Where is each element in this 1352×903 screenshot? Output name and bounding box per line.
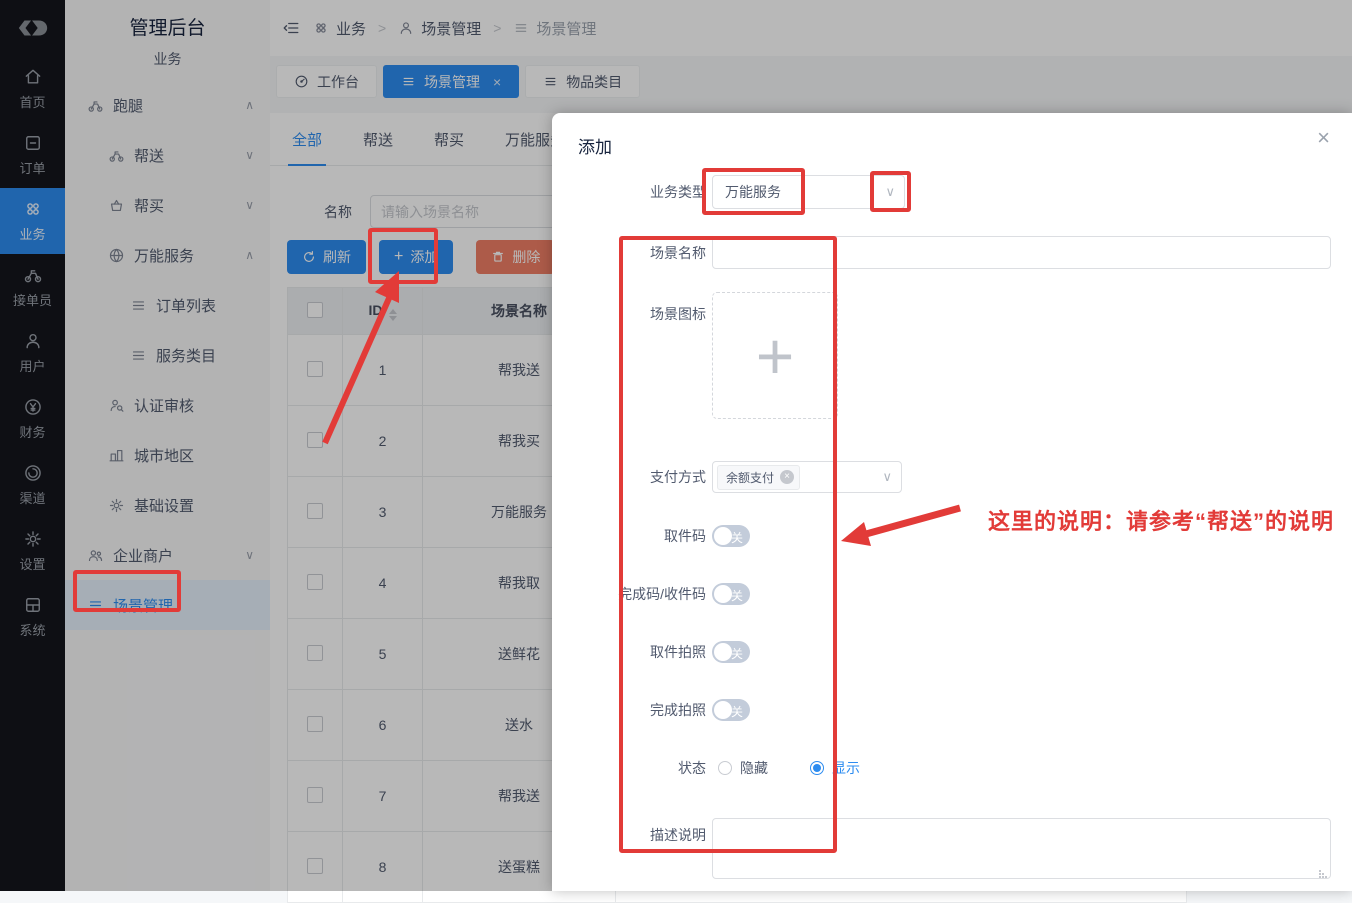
toggle-state: 关: [730, 647, 743, 661]
complete-code-toggle[interactable]: 关: [712, 583, 750, 605]
business-type-select[interactable]: 万能服务 ∨: [712, 175, 905, 209]
add-scene-modal: 添加 × 业务类型 万能服务 ∨ 场景名称 场景图标 + 支付方式 余额支付 ×…: [552, 113, 1352, 891]
chevron-down-icon[interactable]: ∨: [882, 469, 892, 485]
field-label: 业务类型: [650, 184, 706, 200]
field-description: 描述说明: [552, 818, 1331, 884]
field-pickup-code: 取件码 关: [552, 525, 750, 547]
complete-photo-toggle[interactable]: 关: [712, 699, 750, 721]
field-label: 完成拍照: [650, 702, 706, 718]
radio-hidden-label[interactable]: 隐藏: [740, 758, 768, 778]
field-status: 状态 隐藏 显示: [552, 757, 860, 779]
toggle-state: 关: [730, 531, 743, 545]
field-label: 完成码/收件码: [618, 586, 706, 602]
pickup-photo-toggle[interactable]: 关: [712, 641, 750, 663]
field-label: 描述说明: [650, 827, 706, 843]
chevron-down-icon[interactable]: ∨: [885, 184, 895, 200]
field-label: 场景图标: [650, 306, 706, 322]
field-scene-name: 场景名称: [552, 236, 1331, 269]
icon-upload-box[interactable]: +: [712, 292, 838, 419]
payment-select[interactable]: 余额支付 × ∨: [712, 461, 902, 493]
radio-visible-label[interactable]: 显示: [832, 758, 860, 778]
field-payment: 支付方式 余额支付 × ∨: [552, 461, 902, 493]
field-scene-icon: 场景图标 +: [552, 292, 838, 419]
scene-name-input[interactable]: [712, 236, 1331, 269]
payment-tag: 余额支付 ×: [717, 464, 801, 490]
field-complete-code: 完成码/收件码 关: [552, 583, 750, 605]
toggle-state: 关: [730, 589, 743, 603]
remove-tag-icon[interactable]: ×: [780, 470, 795, 484]
field-label: 取件拍照: [650, 644, 706, 660]
field-label: 场景名称: [650, 244, 706, 261]
pickup-code-toggle[interactable]: 关: [712, 525, 750, 547]
field-pickup-photo: 取件拍照 关: [552, 641, 750, 663]
annotation-note: 这里的说明：请参考“帮送”的说明: [988, 509, 1335, 534]
field-label: 支付方式: [650, 469, 706, 485]
field-business-type: 业务类型 万能服务 ∨: [552, 175, 905, 209]
toggle-state: 关: [730, 705, 743, 719]
close-icon[interactable]: ×: [1317, 127, 1330, 149]
field-label: 状态: [678, 760, 706, 776]
radio-hidden[interactable]: [718, 761, 732, 775]
field-label: 取件码: [664, 528, 706, 544]
field-complete-photo: 完成拍照 关: [552, 699, 750, 721]
description-textarea[interactable]: [712, 818, 1331, 879]
radio-visible[interactable]: [810, 761, 824, 775]
selected-value: 万能服务: [725, 184, 781, 200]
payment-tag-label: 余额支付: [726, 470, 775, 485]
modal-title: 添加: [578, 138, 612, 157]
